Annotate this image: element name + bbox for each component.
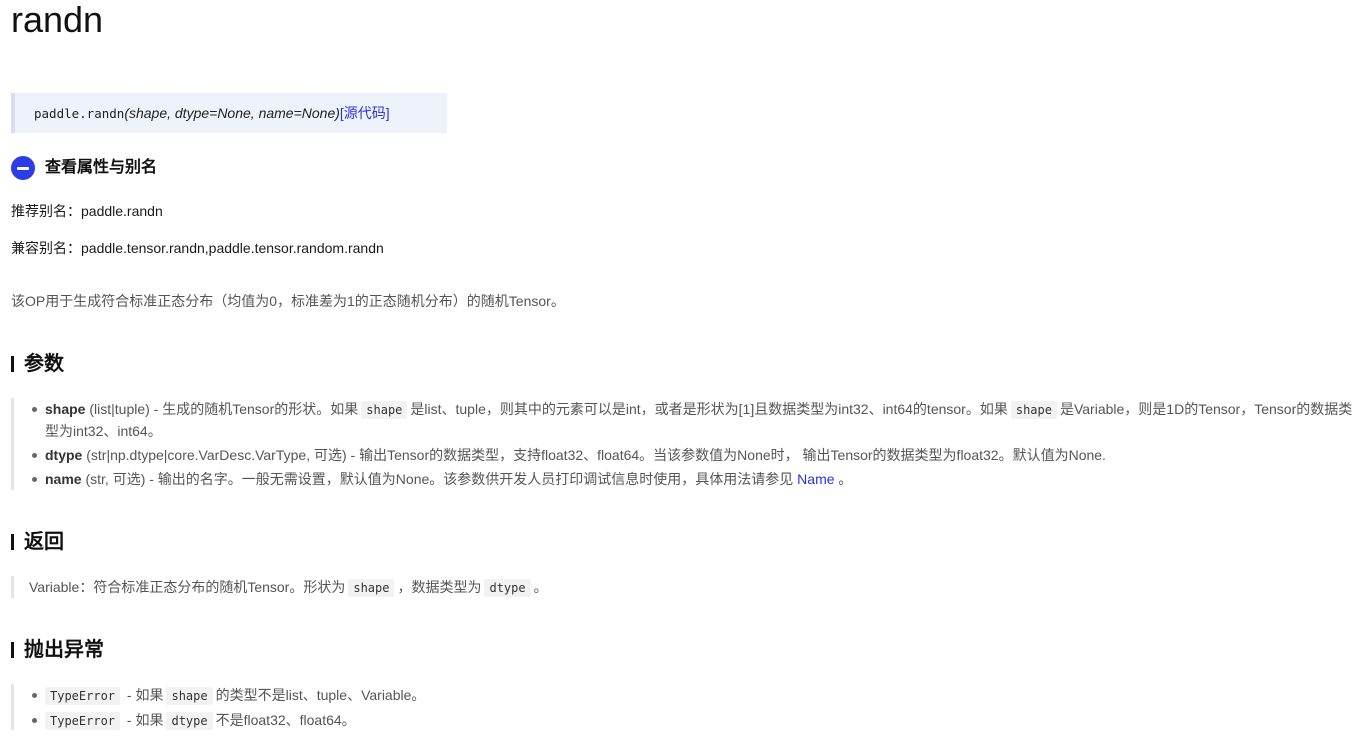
heading-bar bbox=[11, 534, 14, 550]
param-type: (list|tuple) bbox=[89, 401, 150, 417]
collapse-icon[interactable] bbox=[11, 156, 35, 180]
param-name: shape bbox=[45, 401, 86, 417]
raises-heading: 抛出异常 bbox=[24, 639, 104, 661]
api-signature: paddle.randn(shape, dtype=None, name=Non… bbox=[11, 93, 447, 133]
page-title: randn bbox=[11, 0, 104, 40]
inline-code: TypeError bbox=[45, 687, 121, 705]
raises-text: - 如果 bbox=[123, 712, 164, 728]
name-doc-link[interactable]: Name bbox=[797, 471, 834, 487]
compatible-alias: 兼容别名：paddle.tensor.randn,paddle.tensor.r… bbox=[11, 240, 384, 256]
list-bullet bbox=[32, 407, 37, 412]
heading-bar bbox=[11, 356, 14, 372]
returns-text: Variable：符合标准正态分布的随机Tensor。形状为 shape ，数据类型… bbox=[29, 577, 548, 599]
inline-code: shape bbox=[166, 687, 213, 705]
param-text: 。 bbox=[834, 471, 853, 487]
param-type: (str|np.dtype|core.VarDesc.VarType, 可选) bbox=[86, 447, 347, 463]
param-item-shape: shape (list|tuple) - 生成的随机Tensor的形状。如果 sh… bbox=[45, 399, 1365, 442]
param-type: (str, 可选) bbox=[85, 471, 146, 487]
signature-params: (shape, dtype=None, name=None) bbox=[124, 105, 340, 121]
raises-text: - 如果 bbox=[123, 687, 164, 703]
list-bullet bbox=[32, 718, 37, 723]
raises-item: TypeError - 如果 dtype 不是float32、float64。 bbox=[45, 710, 356, 732]
returns-text-part: ，数据类型为 bbox=[397, 579, 482, 595]
raises-list-rule bbox=[11, 684, 14, 730]
inline-code: TypeError bbox=[45, 712, 121, 730]
inline-code: dtype bbox=[484, 579, 531, 597]
inline-code: shape bbox=[361, 401, 408, 419]
recommended-alias: 推荐别名：paddle.randn bbox=[11, 203, 163, 219]
params-list-rule bbox=[11, 398, 14, 490]
returns-heading: 返回 bbox=[24, 531, 64, 553]
raises-text: 的类型不是list、tuple、Variable。 bbox=[215, 687, 426, 703]
param-text: - 输出的名字。一般无需设置，默认值为None。该参数供开发人员打印调试信息时使… bbox=[145, 471, 798, 487]
api-description: 该OP用于生成符合标准正态分布（均值为0，标准差为1的正态随机分布）的随机Ten… bbox=[11, 293, 565, 309]
returns-text-part: Variable：符合标准正态分布的随机Tensor。形状为 bbox=[29, 579, 346, 595]
param-name: dtype bbox=[45, 447, 83, 463]
raises-item: TypeError - 如果 shape 的类型不是list、tuple、Varia… bbox=[45, 685, 425, 707]
inline-code: shape bbox=[348, 579, 395, 597]
param-item-dtype: dtype (str|np.dtype|core.VarDesc.VarType… bbox=[45, 445, 1106, 466]
returns-text-part: 。 bbox=[533, 579, 548, 595]
inline-code: shape bbox=[1010, 401, 1057, 419]
param-text: - 输出Tensor的数据类型，支持float32、float64。当该参数值为… bbox=[346, 447, 1106, 463]
source-code-link[interactable]: [源代码] bbox=[340, 105, 390, 121]
params-heading: 参数 bbox=[24, 353, 64, 375]
param-name: name bbox=[45, 471, 82, 487]
returns-rule bbox=[11, 576, 14, 598]
list-bullet bbox=[32, 693, 37, 698]
heading-bar bbox=[11, 642, 14, 658]
aliases-toggle-label[interactable]: 查看属性与别名 bbox=[45, 158, 157, 178]
param-item-name: name (str, 可选) - 输出的名字。一般无需设置，默认值为None。该… bbox=[45, 469, 852, 490]
inline-code: dtype bbox=[166, 712, 213, 730]
param-text: - 生成的随机Tensor的形状。如果 bbox=[149, 401, 359, 417]
param-text: 是list、tuple，则其中的元素可以是int，或者是形状为[1]且数据类型为… bbox=[410, 401, 1008, 417]
signature-prefix: paddle.randn bbox=[34, 106, 125, 121]
list-bullet bbox=[32, 477, 37, 482]
raises-text: 不是float32、float64。 bbox=[215, 712, 356, 728]
list-bullet bbox=[32, 453, 37, 458]
